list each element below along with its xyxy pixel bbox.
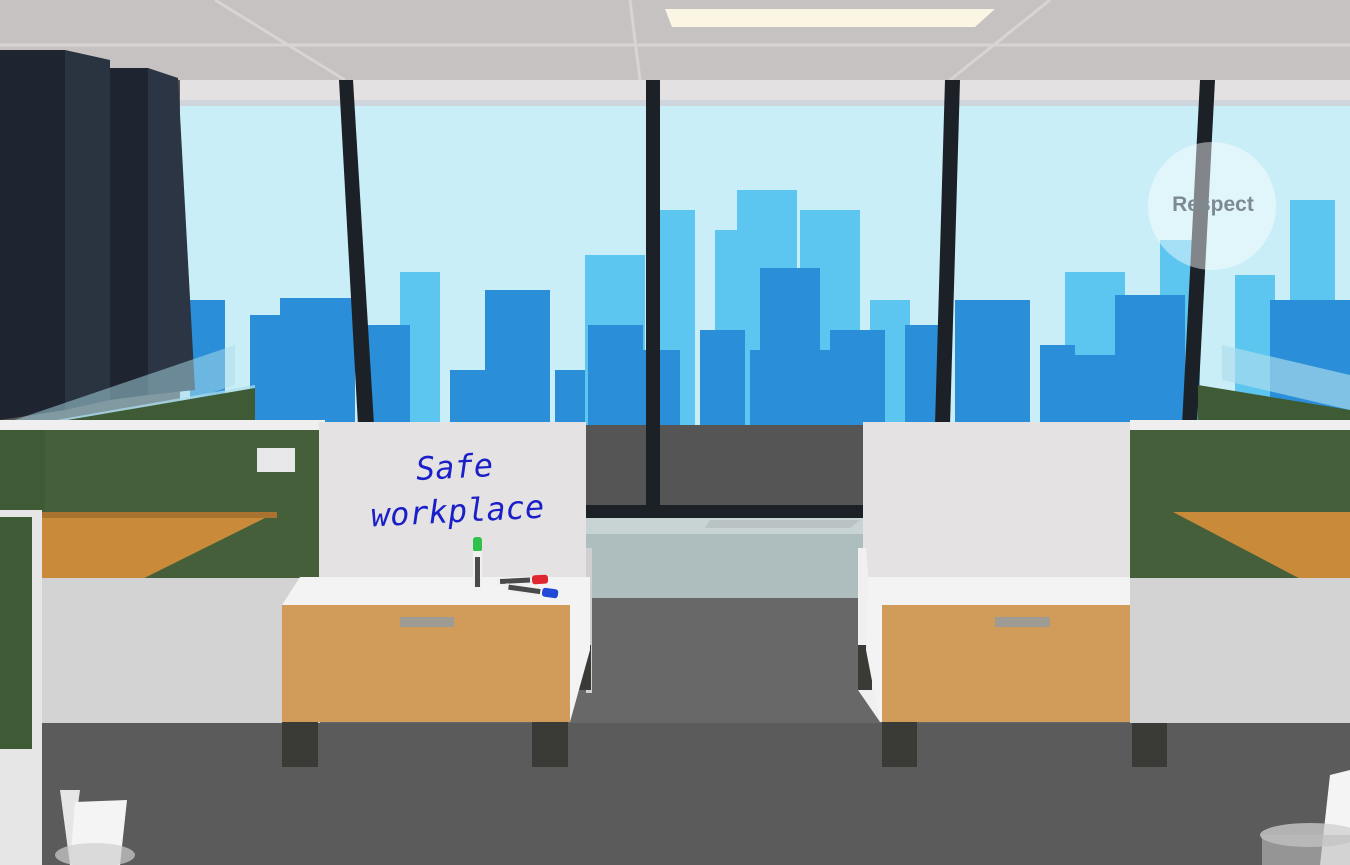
- left-drawer-handle[interactable]: [400, 617, 454, 627]
- left-pedestal: Safe workplace: [282, 422, 592, 767]
- wastebasket-icon: [55, 790, 135, 865]
- respect-bubble: Respect: [1148, 142, 1276, 270]
- ceiling-light-icon: [665, 9, 995, 27]
- pinned-note-icon: [257, 448, 295, 472]
- blank-whiteboard: [863, 422, 1138, 582]
- right-drawer-handle[interactable]: [995, 617, 1050, 627]
- respect-label: Respect: [1172, 193, 1254, 216]
- office-scene: Respect Safe workplace: [0, 0, 1350, 865]
- left-dark-panel: [0, 50, 195, 420]
- right-pedestal: [858, 422, 1167, 767]
- whiteboard-line1: Safe: [415, 446, 494, 488]
- office-illustration: Respect Safe workplace: [0, 0, 1350, 865]
- marker-icon[interactable]: [473, 537, 482, 591]
